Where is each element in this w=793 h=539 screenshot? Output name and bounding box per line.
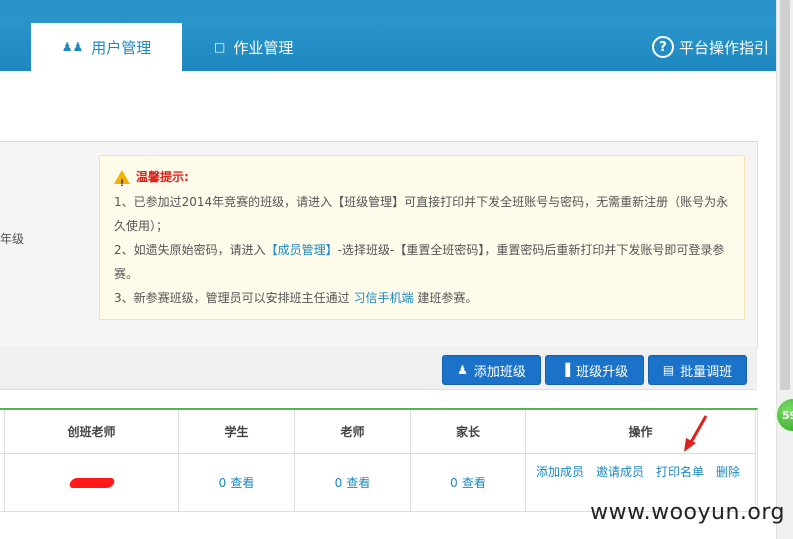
class-table: 创班老师 学生 老师 家长 操作 0 查看 0 查看 0 查看 添加成员 邀请成员… — [0, 408, 758, 512]
batch-adjust-button[interactable]: ▤ 批量调班 — [648, 355, 747, 385]
tip-title-text: 温馨提示: — [136, 170, 189, 184]
tip-line-3-post: 建班参赛。 — [417, 291, 478, 305]
header-students: 学生 — [179, 410, 295, 454]
vertical-scrollbar[interactable] — [776, 0, 793, 539]
batch-adjust-label: 批量调班 — [680, 364, 733, 380]
guide-label: 平台操作指引 — [678, 38, 769, 57]
upgrade-class-label: 班级升级 — [576, 364, 629, 380]
tip-line-3: 3、新参赛班级，管理员可以安排班主任通过 习信手机端 建班参赛。 — [114, 286, 730, 310]
tab-label: 用户管理 — [91, 38, 152, 57]
print-list-link[interactable]: 打印名单 — [656, 465, 704, 479]
students-cell: 0 查看 — [179, 454, 295, 512]
platform-guide-link[interactable]: ? 平台操作指引 — [651, 36, 769, 58]
view-teachers-link[interactable]: 查看 — [346, 474, 370, 491]
users-icon: ♟♟ — [61, 40, 84, 54]
parents-cell: 0 查看 — [411, 454, 526, 512]
invite-member-link[interactable]: 邀请成员 — [596, 465, 644, 479]
document-icon: ▤ — [662, 363, 675, 377]
teachers-count: 0 — [334, 475, 343, 490]
mobile-app-link[interactable]: 习信手机端 — [353, 291, 413, 305]
warm-tip-box: ! 温馨提示: 1、已参加过2014年竞赛的班级，请进入【班级管理】可直接打印并… — [99, 155, 745, 320]
tip-line-1: 1、已参加过2014年竞赛的班级，请进入【班级管理】可直接打印并下发全班账号与密… — [114, 195, 729, 233]
user-icon: ♟ — [457, 363, 468, 377]
watermark: www.wooyun.org — [590, 500, 785, 525]
tip-line-2: 2、如遗失原始密码，请进入【成员管理】-选择班级-【重置全班密码】，重置密码后重… — [114, 238, 730, 286]
tip-line-2-pre: 2、如遗失原始密码，请进入 — [114, 243, 266, 257]
students-count: 0 — [218, 475, 227, 490]
scrollbar-thumb[interactable] — [780, 0, 790, 390]
view-parents-link[interactable]: 查看 — [462, 474, 486, 491]
grade-label: 年级 — [0, 232, 25, 246]
top-stripe — [0, 0, 777, 20]
inbox-icon: □ — [214, 40, 226, 54]
member-management-link[interactable]: 【成员管理】 — [266, 243, 338, 257]
signal-icon: ▐ — [560, 363, 571, 377]
tab-user-management[interactable]: ♟♟ 用户管理 — [31, 23, 182, 71]
header-operations: 操作 — [526, 410, 756, 454]
tip-line-3-pre: 3、新参赛班级，管理员可以安排班主任通过 — [114, 291, 350, 305]
add-class-button[interactable]: ♟ 添加班级 — [442, 355, 541, 385]
delete-link[interactable]: 删除 — [716, 465, 740, 479]
teachers-cell: 0 查看 — [295, 454, 411, 512]
add-member-link[interactable]: 添加成员 — [536, 465, 584, 479]
header-teachers: 老师 — [295, 410, 411, 454]
tab-label: 作业管理 — [233, 38, 294, 57]
view-students-link[interactable]: 查看 — [230, 474, 254, 491]
header-parents: 家长 — [411, 410, 526, 454]
tip-title: ! 温馨提示: — [114, 168, 730, 189]
parents-count: 0 — [450, 475, 458, 490]
teacher-cell — [5, 454, 179, 512]
upgrade-class-button[interactable]: ▐ 班级升级 — [545, 355, 644, 385]
add-class-label: 添加班级 — [473, 364, 526, 380]
help-icon: ? — [651, 36, 674, 58]
annotation-arrow-icon — [684, 415, 708, 452]
warning-icon: ! — [114, 170, 130, 189]
header-teacher: 创班老师 — [5, 410, 179, 454]
tab-homework-management[interactable]: □ 作业管理 — [214, 23, 293, 71]
redacted-name — [67, 477, 116, 488]
